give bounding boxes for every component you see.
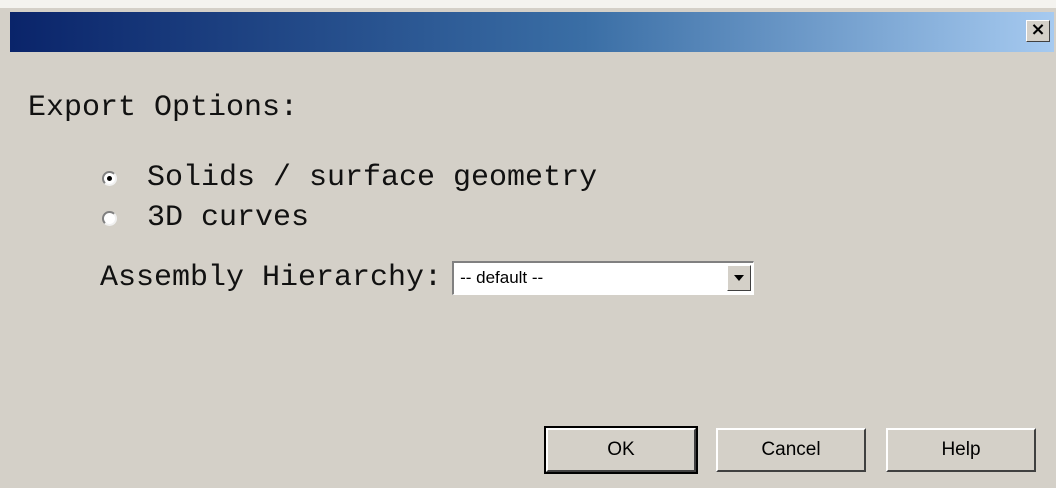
- cancel-button[interactable]: Cancel: [716, 428, 866, 472]
- export-options-dialog: × Export Options: Solids / surface geome…: [0, 0, 1056, 492]
- assembly-hierarchy-value: -- default --: [460, 268, 544, 287]
- help-button[interactable]: Help: [886, 428, 1036, 472]
- close-icon: ×: [1030, 19, 1046, 40]
- assembly-hierarchy-label: Assembly Hierarchy:: [100, 261, 443, 295]
- radio-button-icon[interactable]: [102, 210, 117, 226]
- option-solids-surface-label[interactable]: Solids / surface geometry: [147, 158, 597, 198]
- title-bar: ×: [10, 12, 1054, 52]
- ok-button[interactable]: OK: [544, 426, 698, 474]
- option-3d-curves-label[interactable]: 3D curves: [147, 198, 309, 238]
- option-solids-surface[interactable]: Solids / surface geometry: [98, 158, 597, 198]
- dropdown-arrow-icon[interactable]: [727, 265, 752, 291]
- assembly-hierarchy-select[interactable]: -- default --: [452, 261, 755, 295]
- export-options-heading: Export Options:: [28, 91, 299, 125]
- option-3d-curves[interactable]: 3D curves: [98, 198, 309, 238]
- close-button[interactable]: ×: [1026, 20, 1050, 42]
- assembly-hierarchy-row: Assembly Hierarchy: -- default --: [100, 258, 755, 298]
- radio-button-selected-icon[interactable]: [102, 170, 117, 186]
